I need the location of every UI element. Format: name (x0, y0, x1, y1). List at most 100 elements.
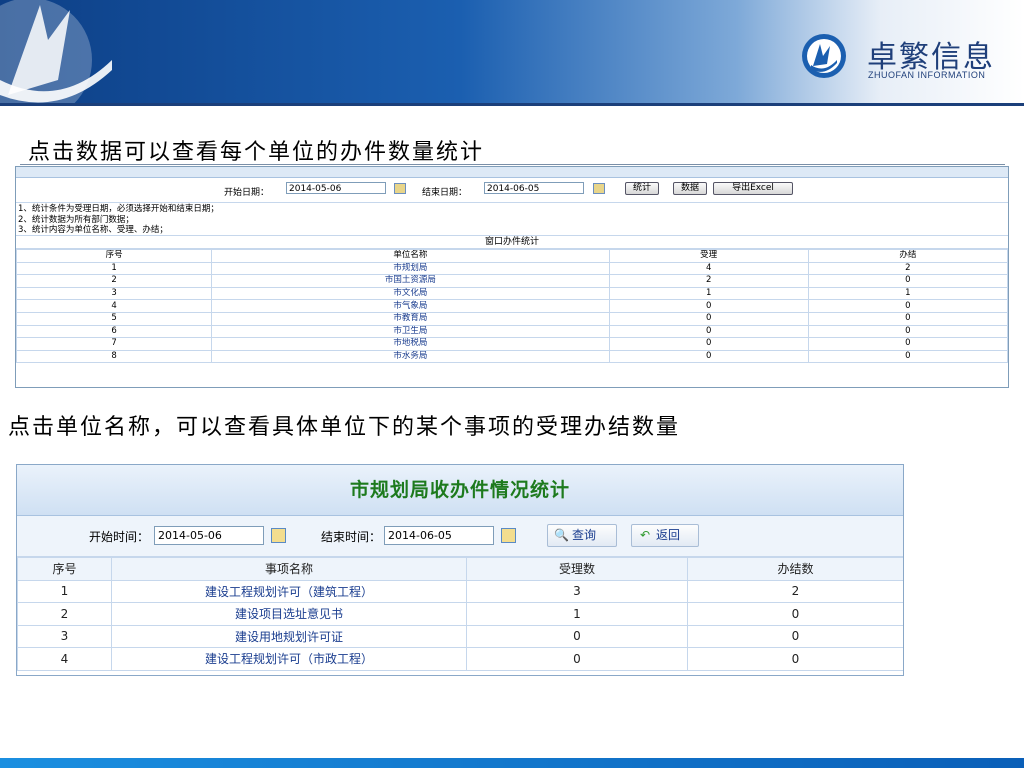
row-index: 1 (16, 261, 213, 276)
completed-count: 0 (687, 624, 903, 648)
column-header: 序号 (17, 557, 112, 581)
table-header-row: 序号 单位名称 受理 办结 (16, 249, 1008, 263)
table-row: 2 建设项目选址意见书 1 0 (17, 602, 903, 626)
table-row: 6 市卫生局 0 0 (16, 324, 1008, 339)
completed-count: 0 (807, 349, 1008, 364)
column-header: 受理 (608, 249, 809, 263)
stat-notes: 1、统计条件为受理日期，必须选择开始和结束日期； 2、统计数据为所有部门数据； … (16, 203, 1008, 236)
data-button[interactable]: 数据 (673, 182, 707, 195)
completed-count: 0 (807, 274, 1008, 288)
table-row: 7 市地税局 0 0 (16, 337, 1008, 351)
row-index: 4 (17, 647, 112, 671)
item-name-link[interactable]: 建设工程规划许可（建筑工程） (111, 579, 467, 603)
note-line: 3、统计内容为单位名称、受理、办结； (18, 225, 168, 235)
end-date-input[interactable]: 2014-06-05 (484, 182, 584, 194)
panel-title: 市规划局收办件情况统计 (349, 479, 570, 501)
row-index: 5 (16, 311, 213, 326)
row-index: 6 (16, 324, 213, 339)
accepted-count: 2 (608, 274, 809, 288)
query-button[interactable]: 🔍 查询 (547, 524, 617, 547)
panel-header: 市规划局收办件情况统计 (17, 465, 903, 516)
completed-count: 0 (687, 647, 903, 671)
footer-bar (0, 758, 1024, 768)
accepted-count: 4 (608, 261, 809, 276)
column-header: 序号 (16, 249, 213, 263)
item-name-link[interactable]: 建设项目选址意见书 (111, 602, 467, 626)
column-header: 办结 (807, 249, 1008, 263)
row-index: 2 (17, 602, 112, 626)
query-button-label: 查询 (572, 528, 597, 542)
calendar-icon[interactable] (271, 528, 286, 543)
completed-count: 2 (807, 261, 1008, 276)
back-arrow-icon: ↶ (639, 528, 651, 542)
back-button[interactable]: ↶ 返回 (631, 524, 699, 547)
unit-name-link[interactable]: 市卫生局 (211, 324, 610, 339)
row-index: 8 (16, 349, 213, 364)
date-filter-form: 开始时间： 2014-05-06 结束时间： 2014-06-05 🔍 查询 ↶ 返… (17, 516, 903, 557)
completed-count: 0 (807, 337, 1008, 351)
unit-name-link[interactable]: 市气象局 (211, 299, 610, 313)
table-row: 8 市水务局 0 0 (16, 349, 1008, 364)
header-banner: 卓繁信息 ZHUOFAN INFORMATION (0, 0, 1024, 103)
accepted-count: 0 (466, 624, 688, 648)
row-index: 2 (16, 274, 213, 288)
accepted-count: 0 (608, 311, 809, 326)
completed-count: 1 (807, 286, 1008, 301)
completed-count: 2 (687, 579, 903, 603)
item-stats-table: 序号 事项名称 受理数 办结数 1 建设工程规划许可（建筑工程） 3 2 2 建… (17, 557, 903, 671)
accepted-count: 0 (608, 299, 809, 313)
accepted-count: 0 (466, 647, 688, 671)
brand-name-en: ZHUOFAN INFORMATION (868, 70, 986, 80)
note-line: 1、统计条件为受理日期，必须选择开始和结束日期； (18, 204, 219, 214)
caption-divider (20, 164, 1005, 165)
accepted-count: 0 (608, 337, 809, 351)
unit-name-link[interactable]: 市国土资源局 (211, 274, 610, 288)
start-date-input[interactable]: 2014-05-06 (286, 182, 386, 194)
table-row: 3 市文化局 1 1 (16, 286, 1008, 301)
table-row: 4 市气象局 0 0 (16, 299, 1008, 313)
item-name-link[interactable]: 建设用地规划许可证 (111, 624, 467, 648)
header-divider (0, 103, 1024, 106)
unit-stats-table: 序号 单位名称 受理 办结 1 市规划局 4 2 2 市国土资源局 2 0 3 … (16, 249, 1008, 364)
calendar-icon[interactable] (593, 183, 605, 194)
completed-count: 0 (807, 299, 1008, 313)
calendar-icon[interactable] (501, 528, 516, 543)
accepted-count: 3 (466, 579, 688, 603)
unit-name-link[interactable]: 市规划局 (211, 261, 610, 276)
end-time-input[interactable]: 2014-06-05 (384, 526, 494, 545)
table-row: 3 建设用地规划许可证 0 0 (17, 624, 903, 648)
export-excel-button[interactable]: 导出Excel (713, 182, 793, 195)
end-time-label: 结束时间： (321, 530, 382, 544)
accepted-count: 1 (466, 602, 688, 626)
column-header: 事项名称 (111, 557, 467, 581)
back-button-label: 返回 (656, 528, 681, 542)
table-row: 1 市规划局 4 2 (16, 261, 1008, 276)
completed-count: 0 (807, 311, 1008, 326)
row-index: 1 (17, 579, 112, 603)
column-header: 办结数 (687, 557, 903, 581)
stat-button[interactable]: 统计 (625, 182, 659, 195)
accepted-count: 0 (608, 324, 809, 339)
unit-name-link[interactable]: 市地税局 (211, 337, 610, 351)
completed-count: 0 (807, 324, 1008, 339)
unit-name-link[interactable]: 市文化局 (211, 286, 610, 301)
calendar-icon[interactable] (394, 183, 406, 194)
accepted-count: 0 (608, 349, 809, 364)
brand-mark-icon (802, 34, 846, 78)
accepted-count: 1 (608, 286, 809, 301)
start-date-label: 开始日期： (224, 188, 270, 198)
column-header: 受理数 (466, 557, 688, 581)
panel-top-bar (16, 167, 1008, 178)
caption-unit-detail: 点击单位名称，可以查看具体单位下的某个事项的受理办结数量 (8, 415, 681, 440)
date-filter-form: 开始日期： 2014-05-06 结束日期： 2014-06-05 统计 数据 … (16, 178, 1008, 203)
unit-name-link[interactable]: 市水务局 (211, 349, 610, 364)
note-line: 2、统计数据为所有部门数据； (18, 214, 134, 225)
table-row: 2 市国土资源局 2 0 (16, 274, 1008, 288)
start-time-input[interactable]: 2014-05-06 (154, 526, 264, 545)
unit-name-link[interactable]: 市教育局 (211, 311, 610, 326)
completed-count: 0 (687, 602, 903, 626)
item-name-link[interactable]: 建设工程规划许可（市政工程） (111, 647, 467, 671)
table-row: 1 建设工程规划许可（建筑工程） 3 2 (17, 579, 903, 603)
window-stats-panel: 开始日期： 2014-05-06 结束日期： 2014-06-05 统计 数据 … (15, 166, 1009, 388)
table-row: 4 建设工程规划许可（市政工程） 0 0 (17, 647, 903, 671)
